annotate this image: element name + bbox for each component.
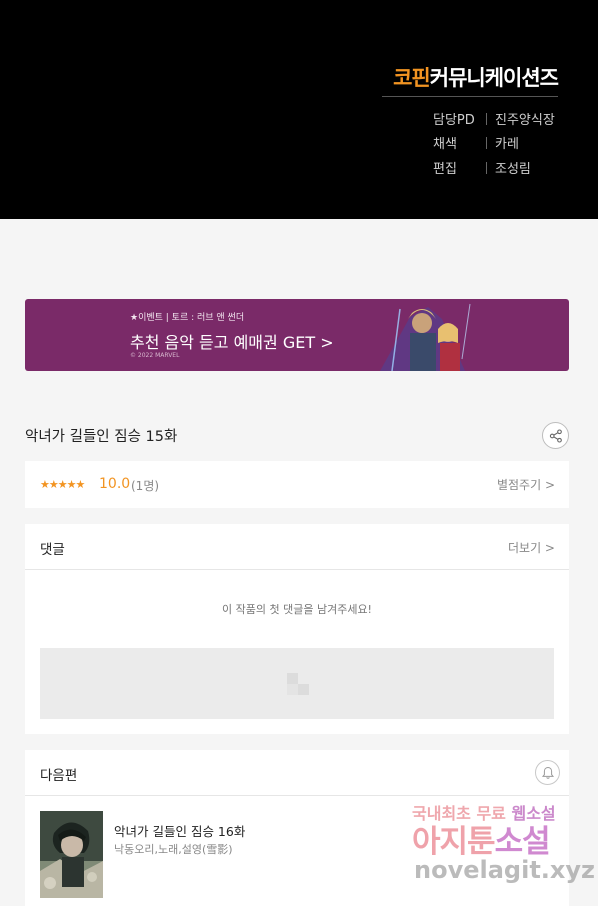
next-episode-title[interactable]: 악녀가 길들인 짐승 16화	[114, 821, 245, 840]
banner-headline: 추천 음악 듣고 예매권 GET >	[130, 333, 334, 352]
credit-row-pd: 담당PD 진주양식장	[433, 109, 555, 129]
credit-name: 진주양식장	[495, 113, 555, 128]
comments-card: 댓글 더보기 > 이 작품의 첫 댓글을 남겨주세요!	[25, 524, 569, 734]
banner-tag: ★이벤트 | 토르 : 러브 앤 썬더	[130, 313, 245, 323]
credit-divider	[486, 113, 487, 125]
comments-empty-message: 이 작품의 첫 댓글을 남겨주세요!	[222, 603, 372, 616]
credit-row-editor: 편집 조성림	[433, 158, 531, 178]
credits-panel: 코핀커뮤니케이션즈 담당PD 진주양식장 채색 카레 편집 조성림	[0, 0, 598, 219]
credit-row-color: 채색 카레	[433, 133, 519, 153]
comments-title: 댓글	[40, 542, 65, 558]
watermark-url: novelagit.xyz	[414, 856, 596, 884]
rating-card: ★★★★★ 10.0 (1명) 별점주기 >	[25, 461, 569, 508]
rating-stars: ★★★★★	[40, 478, 85, 491]
credit-role: 채색	[433, 137, 457, 152]
ad-placeholder[interactable]	[40, 648, 554, 719]
banner-copyright: © 2022 MARVEL	[130, 352, 180, 359]
event-banner[interactable]: ★이벤트 | 토르 : 러브 앤 썬더 추천 음악 듣고 예매권 GET > ©…	[25, 299, 569, 371]
rating-score: 10.0	[99, 476, 131, 492]
next-episode-header: 다음편	[25, 750, 569, 796]
publisher-logo: 코핀커뮤니케이션즈	[393, 66, 559, 90]
notify-button[interactable]	[535, 760, 560, 785]
share-icon	[549, 428, 562, 443]
banner-artwork	[370, 299, 490, 371]
ad-logo-icon	[287, 673, 309, 695]
next-episode-authors: 낙동오리,노래,설영(雪影)	[114, 843, 233, 856]
credit-name: 조성림	[495, 162, 531, 177]
watermark-site-name: 아지툰소설	[412, 824, 551, 860]
credit-name: 카레	[495, 137, 519, 152]
next-episode-heading: 다음편	[40, 768, 78, 784]
logo-divider	[382, 96, 558, 97]
bell-icon	[541, 766, 554, 779]
credit-role: 담당PD	[433, 113, 475, 128]
rating-count: (1명)	[131, 479, 160, 493]
rate-button[interactable]: 별점주기 >	[497, 476, 555, 493]
comments-header: 댓글 더보기 >	[25, 524, 569, 570]
watermark: 국내최초 무료 웹소설 아지툰소설 novelagit.xyz	[404, 800, 595, 900]
next-episode-thumbnail[interactable]	[40, 811, 103, 898]
credit-divider	[486, 162, 487, 174]
credit-role: 편집	[433, 162, 457, 177]
comments-more-button[interactable]: 더보기 >	[508, 539, 555, 556]
episode-title: 악녀가 길들인 짐승 15화	[25, 429, 178, 445]
credit-divider	[486, 137, 487, 149]
share-button[interactable]	[542, 422, 569, 449]
